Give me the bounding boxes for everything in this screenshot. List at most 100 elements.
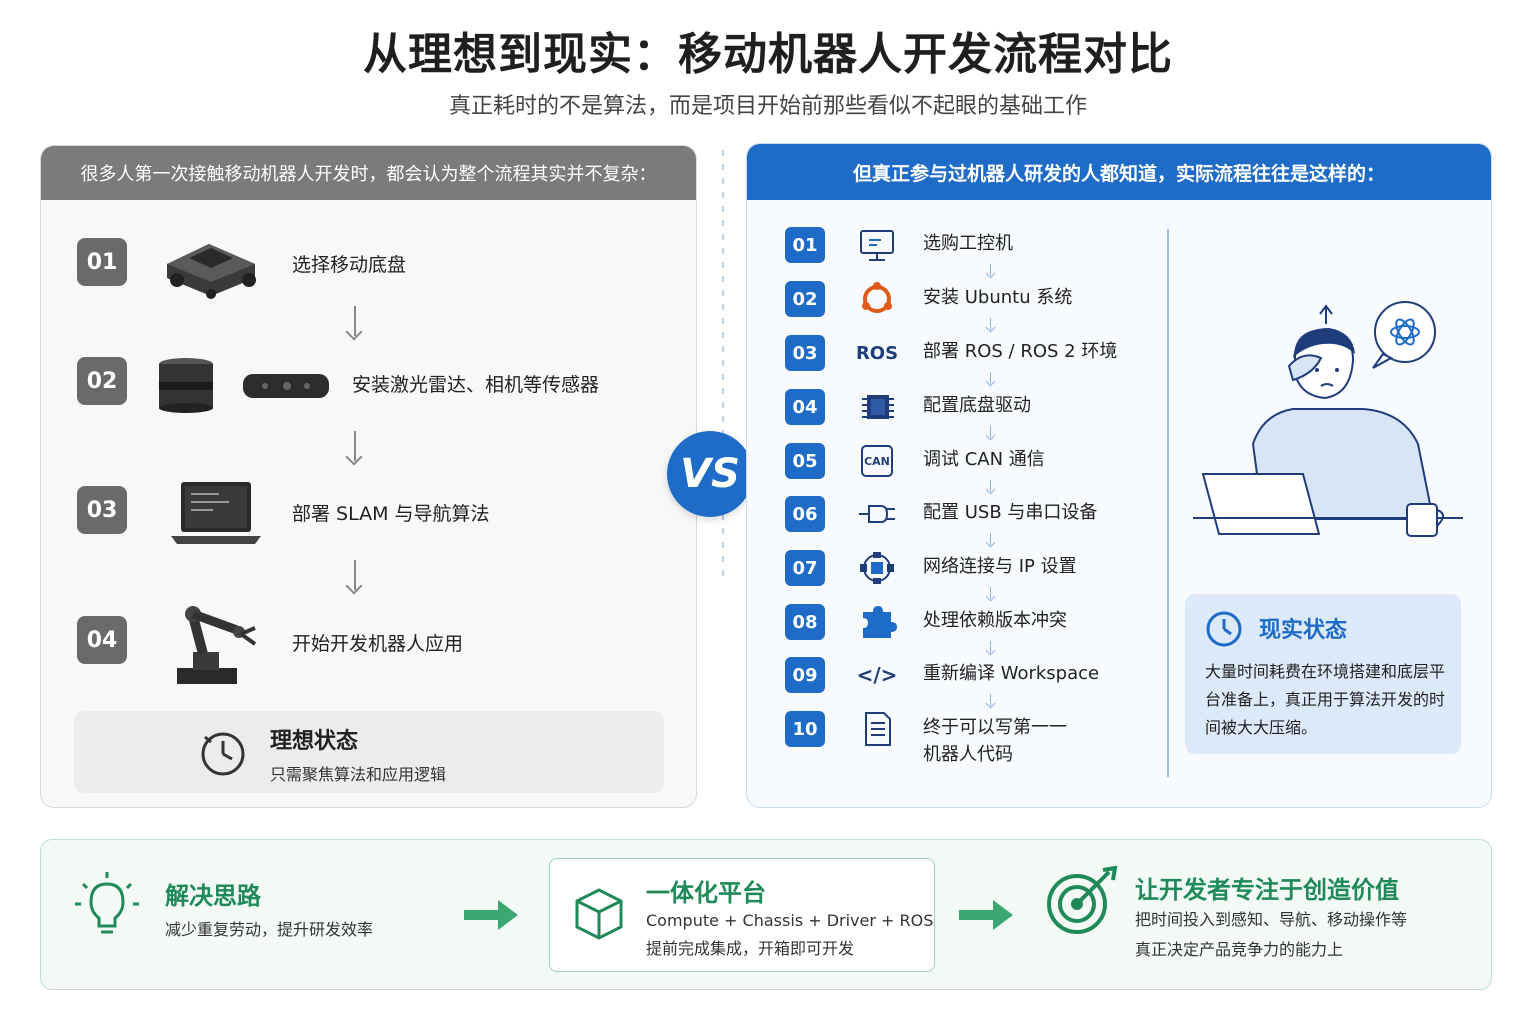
page-subtitle: 真正耗时的不是算法，而是项目开始前那些看似不起眼的基础工作 — [448, 94, 1087, 119]
vertical-divider — [1167, 229, 1169, 777]
can-icon: CAN — [857, 443, 897, 479]
code-icon: </> — [856, 663, 898, 687]
reality-step-1: 01 — [785, 227, 825, 263]
step-number: 04 — [785, 389, 825, 425]
target-icon — [1047, 866, 1118, 934]
down-arrow — [354, 560, 356, 590]
usb-plug-icon — [857, 496, 897, 532]
reality-step-label: 部署 ROS / ROS 2 环境 — [923, 341, 1118, 362]
reality-step-7: 07 — [785, 550, 825, 586]
step-number: 02 — [77, 357, 127, 405]
down-arrow — [990, 372, 991, 384]
down-arrow — [990, 587, 991, 599]
step-number: 07 — [785, 550, 825, 586]
reality-step-3: 03 — [785, 335, 825, 371]
ideal-step-3: 03 — [77, 486, 127, 534]
down-arrow — [990, 426, 991, 438]
integrated-platform-box: 一体化平台 Compute + Chassis + Driver + ROS 提… — [549, 858, 935, 972]
reality-step-9: 09 — [785, 657, 825, 693]
ideal-state-title: 理想状态 — [270, 729, 359, 754]
ideal-step-2: 02 — [77, 357, 127, 405]
reality-step-label: 调试 CAN 通信 — [923, 449, 1045, 470]
right-arrow-icon — [464, 900, 518, 930]
reality-step-8: 08 — [785, 604, 825, 640]
down-arrow — [354, 306, 356, 336]
value-desc-line2: 真正决定产品竞争力的能力上 — [1135, 940, 1344, 959]
puzzle-icon — [857, 604, 897, 640]
reality-step-label: 配置底盘驱动 — [923, 395, 1031, 416]
reality-step-label-line2: 机器人代码 — [923, 744, 1013, 765]
ideal-step-label: 安装激光雷达、相机等传感器 — [352, 374, 600, 396]
ideal-step-1: 01 — [77, 238, 127, 286]
reality-step-label: 选购工控机 — [923, 233, 1013, 254]
robot-chassis-icon — [167, 244, 256, 299]
reality-step-label: 配置 USB 与串口设备 — [923, 502, 1098, 523]
document-icon — [857, 711, 897, 747]
robot-arm-icon — [177, 606, 257, 684]
down-arrow — [354, 431, 356, 461]
ubuntu-icon — [857, 281, 897, 317]
ideal-step-label: 部署 SLAM 与导航算法 — [292, 503, 490, 525]
solution-title: 解决思路 — [165, 882, 261, 910]
stopwatch-icon — [201, 732, 245, 776]
step-number: 03 — [785, 335, 825, 371]
step-number: 08 — [785, 604, 825, 640]
value-desc-line1: 把时间投入到感知、导航、移动操作等 — [1135, 910, 1408, 929]
platform-desc: 提前完成集成，开箱即可开发 — [646, 939, 855, 958]
down-arrow — [990, 264, 991, 276]
lightbulb-icon — [75, 872, 139, 934]
depth-camera-icon — [243, 374, 329, 398]
step-number: 10 — [785, 711, 825, 747]
down-arrow — [990, 533, 991, 545]
chip-icon — [857, 389, 897, 425]
reality-step-2: 02 — [785, 281, 825, 317]
value-title: 让开发者专注于创造价值 — [1135, 876, 1399, 904]
step-number: 01 — [785, 227, 825, 263]
platform-components: Compute + Chassis + Driver + ROS — [646, 911, 934, 930]
cube-icon — [575, 888, 623, 940]
step-number: 03 — [77, 486, 127, 534]
reality-step-6: 06 — [785, 496, 825, 532]
reality-state-title: 现实状态 — [1259, 618, 1348, 643]
ideal-step-label: 选择移动底盘 — [292, 254, 407, 276]
reality-step-5: 05 — [785, 443, 825, 479]
monitor-icon — [857, 227, 897, 263]
ideal-process-panel: 很多人第一次接触移动机器人开发时，都会认为整个流程其实并不复杂： 01 选择移动… — [40, 145, 697, 808]
step-number: 04 — [77, 616, 127, 664]
ideal-step-label: 开始开发机器人应用 — [292, 633, 464, 655]
solution-desc: 减少重复劳动，提升研发效率 — [165, 920, 374, 939]
solution-banner: 解决思路 减少重复劳动，提升研发效率 一体化平台 Compute + Chass… — [40, 839, 1492, 990]
reality-step-label: 安装 Ubuntu 系统 — [923, 287, 1073, 308]
ideal-state-box: 理想状态 只需聚焦算法和应用逻辑 — [74, 711, 664, 793]
ros-icon: ROS — [855, 342, 899, 364]
reality-step-label: 处理依赖版本冲突 — [923, 610, 1067, 631]
reality-state-box: 现实状态 大量时间耗费在环境搭建和底层平台准备上，真正用于算法开发的时间被大大压… — [1185, 594, 1461, 754]
platform-title: 一体化平台 — [646, 879, 766, 907]
reality-step-10: 10 — [785, 711, 825, 747]
network-icon — [857, 550, 897, 586]
step-number: 09 — [785, 657, 825, 693]
down-arrow — [990, 480, 991, 492]
ideal-state-desc: 只需聚焦算法和应用逻辑 — [270, 765, 447, 784]
lidar-icon — [159, 358, 213, 413]
ideal-panel-header: 很多人第一次接触移动机器人开发时，都会认为整个流程其实并不复杂： — [41, 146, 696, 200]
frustrated-developer-illustration — [1193, 301, 1463, 537]
down-arrow — [990, 641, 991, 653]
reality-step-label-line1: 终于可以写第一一 — [923, 717, 1067, 738]
reality-step-label: 重新编译 Workspace — [923, 663, 1100, 684]
ideal-step-4: 04 — [77, 616, 127, 664]
page-title: 从理想到现实：移动机器人开发流程对比 — [363, 29, 1173, 80]
reality-panel-header: 但真正参与过机器人研发的人都知道，实际流程往往是这样的： — [747, 144, 1491, 200]
vs-badge: VS — [667, 431, 753, 517]
laptop-icon — [171, 482, 261, 544]
reality-step-label: 网络连接与 IP 设置 — [923, 556, 1077, 577]
step-number: 05 — [785, 443, 825, 479]
reality-state-desc: 大量时间耗费在环境搭建和底层平台准备上，真正用于算法开发的时间被大大压缩。 — [1205, 662, 1446, 737]
down-arrow — [990, 318, 991, 330]
reality-step-4: 04 — [785, 389, 825, 425]
right-arrow-icon — [959, 900, 1013, 930]
dashed-divider — [722, 150, 724, 580]
clock-icon — [1206, 611, 1242, 647]
reality-process-panel: 但真正参与过机器人研发的人都知道，实际流程往往是这样的： 01 选购工控机 02… — [746, 143, 1492, 808]
down-arrow — [990, 694, 991, 706]
